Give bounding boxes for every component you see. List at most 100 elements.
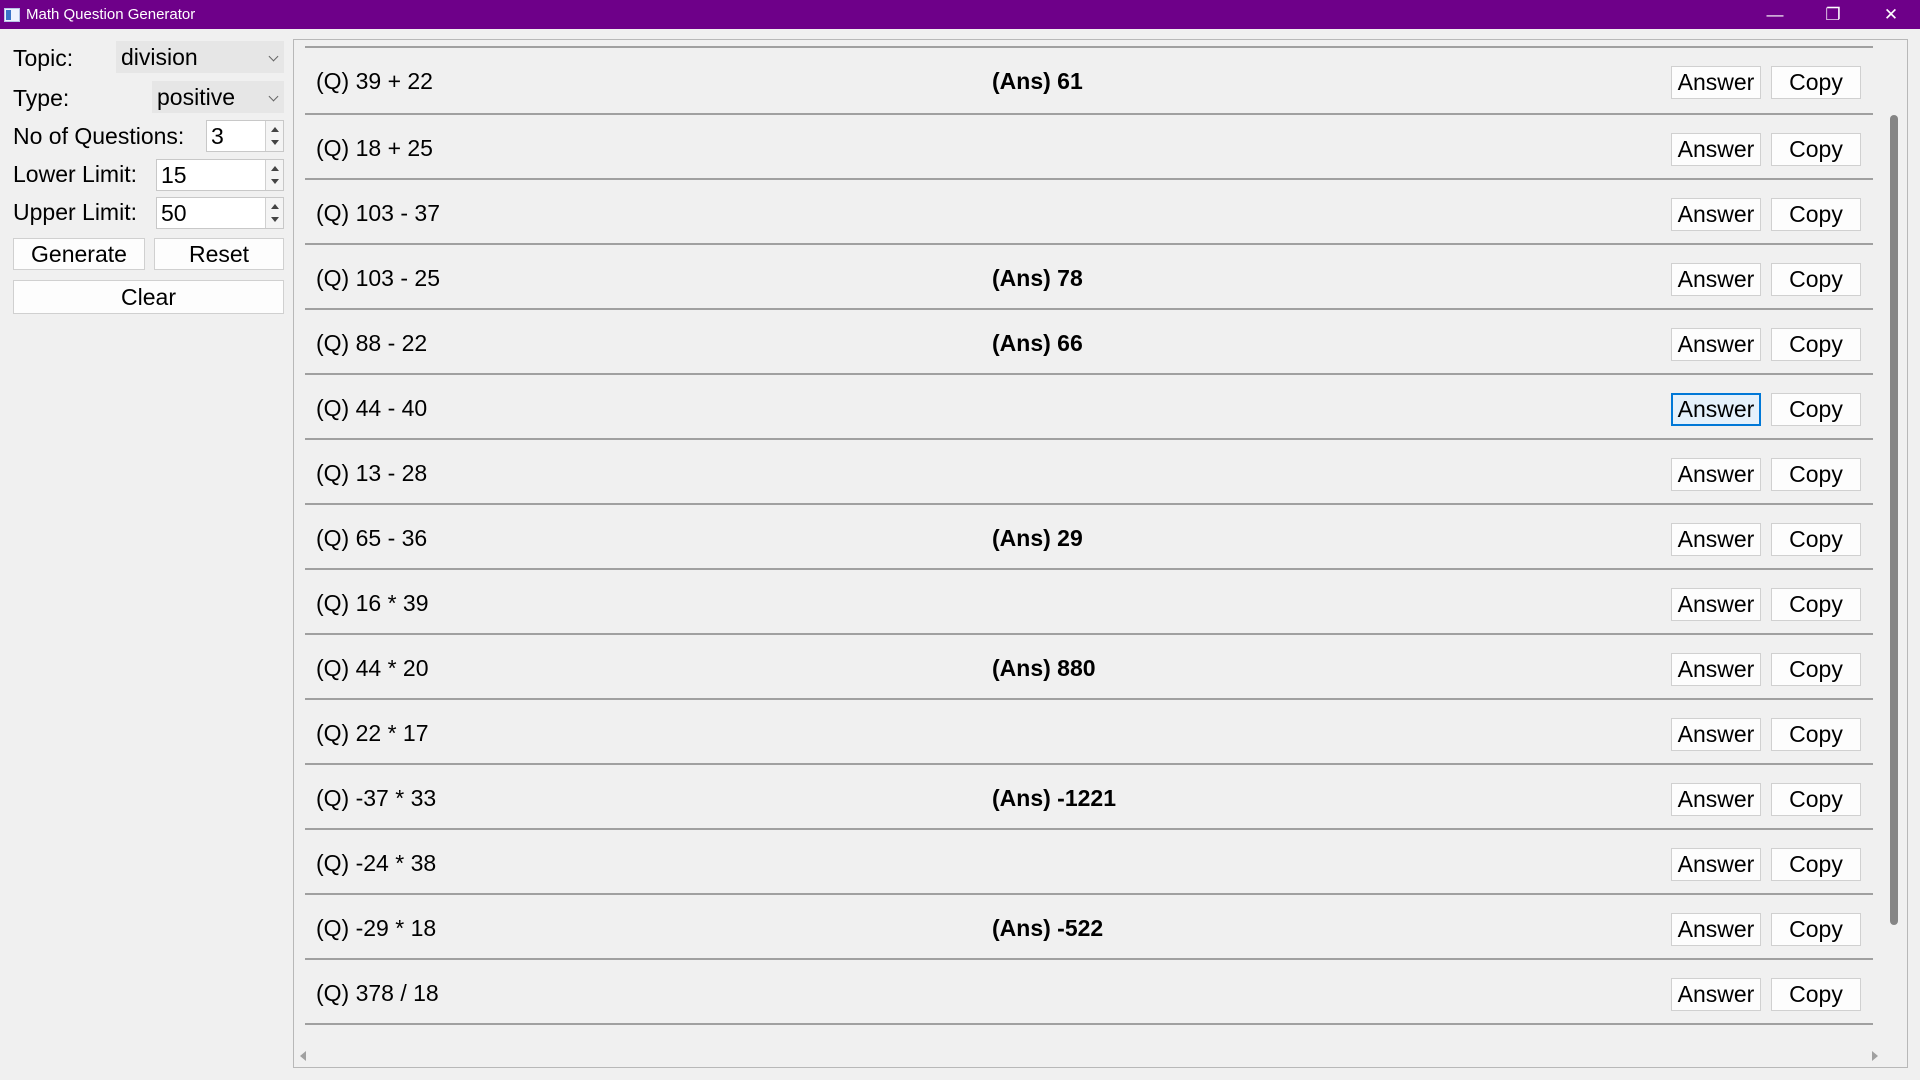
question-text: (Q) 103 - 25 bbox=[316, 265, 440, 291]
question-row: (Q) -24 * 38 Answer Copy bbox=[305, 828, 1873, 893]
question-text: (Q) 13 - 28 bbox=[316, 460, 428, 486]
copy-button[interactable]: Copy bbox=[1771, 458, 1861, 491]
question-row: (Q) 16 * 39 Answer Copy bbox=[305, 568, 1873, 633]
upper-limit-value: 50 bbox=[161, 200, 187, 226]
stepper-arrows[interactable] bbox=[265, 160, 283, 190]
question-row: (Q) 44 * 20 (Ans) 880 Answer Copy bbox=[305, 633, 1873, 698]
answer-button[interactable]: Answer bbox=[1671, 653, 1761, 686]
close-icon[interactable]: ✕ bbox=[1862, 0, 1920, 29]
stepper-up-icon[interactable] bbox=[271, 204, 279, 209]
copy-button[interactable]: Copy bbox=[1771, 978, 1861, 1011]
question-text: (Q) 22 * 17 bbox=[316, 720, 429, 746]
stepper-down-icon[interactable] bbox=[271, 140, 279, 145]
copy-button[interactable]: Copy bbox=[1771, 66, 1861, 99]
question-count-stepper[interactable]: 3 bbox=[206, 120, 284, 152]
restore-icon[interactable]: ❐ bbox=[1804, 0, 1862, 29]
question-text: (Q) 103 - 37 bbox=[316, 200, 440, 226]
stepper-arrows[interactable] bbox=[265, 198, 283, 228]
question-text: (Q) 44 - 40 bbox=[316, 395, 428, 421]
question-row: (Q) 88 - 22 (Ans) 66 Answer Copy bbox=[305, 308, 1873, 373]
answer-text: (Ans) 880 bbox=[992, 655, 1096, 681]
answer-button[interactable]: Answer bbox=[1671, 133, 1761, 166]
copy-button[interactable]: Copy bbox=[1771, 393, 1861, 426]
stepper-up-icon[interactable] bbox=[271, 166, 279, 171]
answer-text: (Ans) -1221 bbox=[992, 785, 1116, 811]
question-text: (Q) 16 * 39 bbox=[316, 590, 429, 616]
app-icon bbox=[4, 7, 20, 22]
question-text: (Q) -29 * 18 bbox=[316, 915, 437, 941]
lower-limit-value: 15 bbox=[161, 162, 187, 188]
generate-button[interactable]: Generate bbox=[13, 238, 145, 270]
chevron-down-icon bbox=[268, 51, 279, 62]
question-text: (Q) -24 * 38 bbox=[316, 850, 437, 876]
answer-button[interactable]: Answer bbox=[1671, 198, 1761, 231]
answer-button[interactable]: Answer bbox=[1671, 328, 1761, 361]
answer-button[interactable]: Answer bbox=[1671, 588, 1761, 621]
answer-button[interactable]: Answer bbox=[1671, 978, 1761, 1011]
answer-button[interactable]: Answer bbox=[1671, 458, 1761, 491]
answer-text: (Ans) 78 bbox=[992, 265, 1083, 291]
stepper-up-icon[interactable] bbox=[271, 127, 279, 132]
copy-button[interactable]: Copy bbox=[1771, 133, 1861, 166]
copy-button[interactable]: Copy bbox=[1771, 263, 1861, 296]
chevron-down-icon bbox=[268, 91, 279, 102]
copy-button[interactable]: Copy bbox=[1771, 783, 1861, 816]
type-label: Type: bbox=[13, 85, 70, 111]
title-bar: Math Question Generator — ❐ ✕ bbox=[0, 0, 1920, 29]
answer-button[interactable]: Answer bbox=[1671, 718, 1761, 751]
question-row: (Q) 44 - 40 Answer Copy bbox=[305, 373, 1873, 438]
question-row: (Q) 22 * 17 Answer Copy bbox=[305, 698, 1873, 763]
question-row: (Q) 103 - 25 (Ans) 78 Answer Copy bbox=[305, 243, 1873, 308]
type-select[interactable]: positive bbox=[152, 81, 284, 113]
copy-button[interactable]: Copy bbox=[1771, 588, 1861, 621]
question-row: (Q) 378 / 18 Answer Copy bbox=[305, 958, 1873, 1023]
lower-limit-stepper[interactable]: 15 bbox=[156, 159, 284, 191]
stepper-down-icon[interactable] bbox=[271, 179, 279, 184]
question-row: (Q) 65 - 36 (Ans) 29 Answer Copy bbox=[305, 503, 1873, 568]
question-row: (Q) -29 * 18 (Ans) -522 Answer Copy bbox=[305, 893, 1873, 958]
copy-button[interactable]: Copy bbox=[1771, 523, 1861, 556]
answer-button[interactable]: Answer bbox=[1671, 263, 1761, 296]
vertical-scrollbar[interactable] bbox=[1890, 115, 1898, 925]
list-divider bbox=[305, 1023, 1873, 1025]
answer-button[interactable]: Answer bbox=[1671, 913, 1761, 946]
answer-text: (Ans) 29 bbox=[992, 525, 1083, 551]
answer-button[interactable]: Answer bbox=[1671, 66, 1761, 99]
window-title: Math Question Generator bbox=[26, 6, 196, 23]
scroll-left-icon[interactable] bbox=[300, 1051, 306, 1061]
upper-limit-label: Upper Limit: bbox=[13, 199, 137, 225]
scroll-right-icon[interactable] bbox=[1872, 1051, 1878, 1061]
answer-button[interactable]: Answer bbox=[1671, 848, 1761, 881]
reset-button[interactable]: Reset bbox=[154, 238, 284, 270]
question-row: (Q) 13 - 28 Answer Copy bbox=[305, 438, 1873, 503]
copy-button[interactable]: Copy bbox=[1771, 653, 1861, 686]
topic-select-value: division bbox=[121, 44, 198, 70]
copy-button[interactable]: Copy bbox=[1771, 848, 1861, 881]
copy-button[interactable]: Copy bbox=[1771, 198, 1861, 231]
topic-select[interactable]: division bbox=[116, 41, 284, 73]
clear-button[interactable]: Clear bbox=[13, 280, 284, 314]
question-row: (Q) 103 - 37 Answer Copy bbox=[305, 178, 1873, 243]
copy-button[interactable]: Copy bbox=[1771, 328, 1861, 361]
answer-text: (Ans) -522 bbox=[992, 915, 1104, 941]
question-text: (Q) -37 * 33 bbox=[316, 785, 437, 811]
question-text: (Q) 39 + 22 bbox=[316, 68, 433, 94]
stepper-arrows[interactable] bbox=[265, 121, 283, 151]
horizontal-scrollbar[interactable] bbox=[294, 1043, 1884, 1067]
answer-button[interactable]: Answer bbox=[1671, 783, 1761, 816]
question-text: (Q) 378 / 18 bbox=[316, 980, 439, 1006]
question-text: (Q) 88 - 22 bbox=[316, 330, 428, 356]
minimize-icon[interactable]: — bbox=[1746, 0, 1804, 29]
answer-button[interactable]: Answer bbox=[1671, 393, 1761, 426]
copy-button[interactable]: Copy bbox=[1771, 913, 1861, 946]
answer-text: (Ans) 61 bbox=[992, 68, 1083, 94]
question-row: (Q) -37 * 33 (Ans) -1221 Answer Copy bbox=[305, 763, 1873, 828]
question-count-value: 3 bbox=[211, 123, 224, 149]
lower-limit-label: Lower Limit: bbox=[13, 161, 137, 187]
upper-limit-stepper[interactable]: 50 bbox=[156, 197, 284, 229]
copy-button[interactable]: Copy bbox=[1771, 718, 1861, 751]
stepper-down-icon[interactable] bbox=[271, 217, 279, 222]
answer-button[interactable]: Answer bbox=[1671, 523, 1761, 556]
answer-text: (Ans) 66 bbox=[992, 330, 1083, 356]
window-controls: — ❐ ✕ bbox=[1746, 0, 1920, 29]
